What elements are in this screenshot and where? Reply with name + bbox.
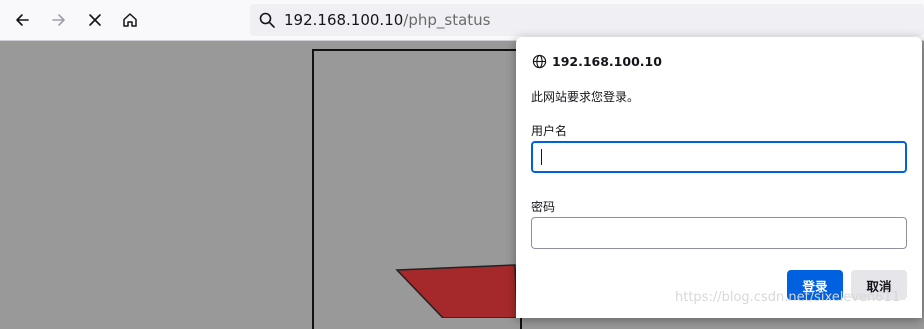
username-label: 用户名: [531, 124, 568, 138]
arrow-left-icon: [16, 14, 29, 26]
search-icon: [259, 12, 275, 28]
stop-button[interactable]: [81, 6, 109, 34]
password-field[interactable]: [531, 217, 907, 249]
red-shape-image: [395, 264, 518, 318]
forward-button[interactable]: [45, 6, 73, 34]
username-field[interactable]: [531, 141, 907, 173]
globe-icon: [532, 54, 547, 68]
home-icon: [123, 13, 137, 27]
close-icon: [89, 14, 101, 26]
dialog-message: 此网站要求您登录。: [531, 90, 640, 104]
url-path: /php_status: [403, 11, 491, 29]
browser-toolbar: 192.168.100.10/php_status: [0, 0, 924, 41]
arrow-right-icon: [52, 14, 65, 26]
url-host: 192.168.100.10: [284, 11, 404, 29]
url-bar[interactable]: 192.168.100.10/php_status: [250, 4, 924, 36]
watermark-text: https://blog.csdn.net/sixeleven611: [675, 290, 901, 305]
back-button[interactable]: [8, 6, 36, 34]
text-caret: [541, 149, 542, 165]
password-label: 密码: [531, 200, 556, 214]
dialog-host: 192.168.100.10: [552, 53, 662, 69]
home-button[interactable]: [116, 6, 144, 34]
login-dialog: 192.168.100.10 此网站要求您登录。 用户名 密码 登录 取消: [516, 37, 922, 318]
url-text[interactable]: 192.168.100.10/php_status: [284, 11, 491, 29]
dialog-host-row: 192.168.100.10: [532, 53, 662, 69]
